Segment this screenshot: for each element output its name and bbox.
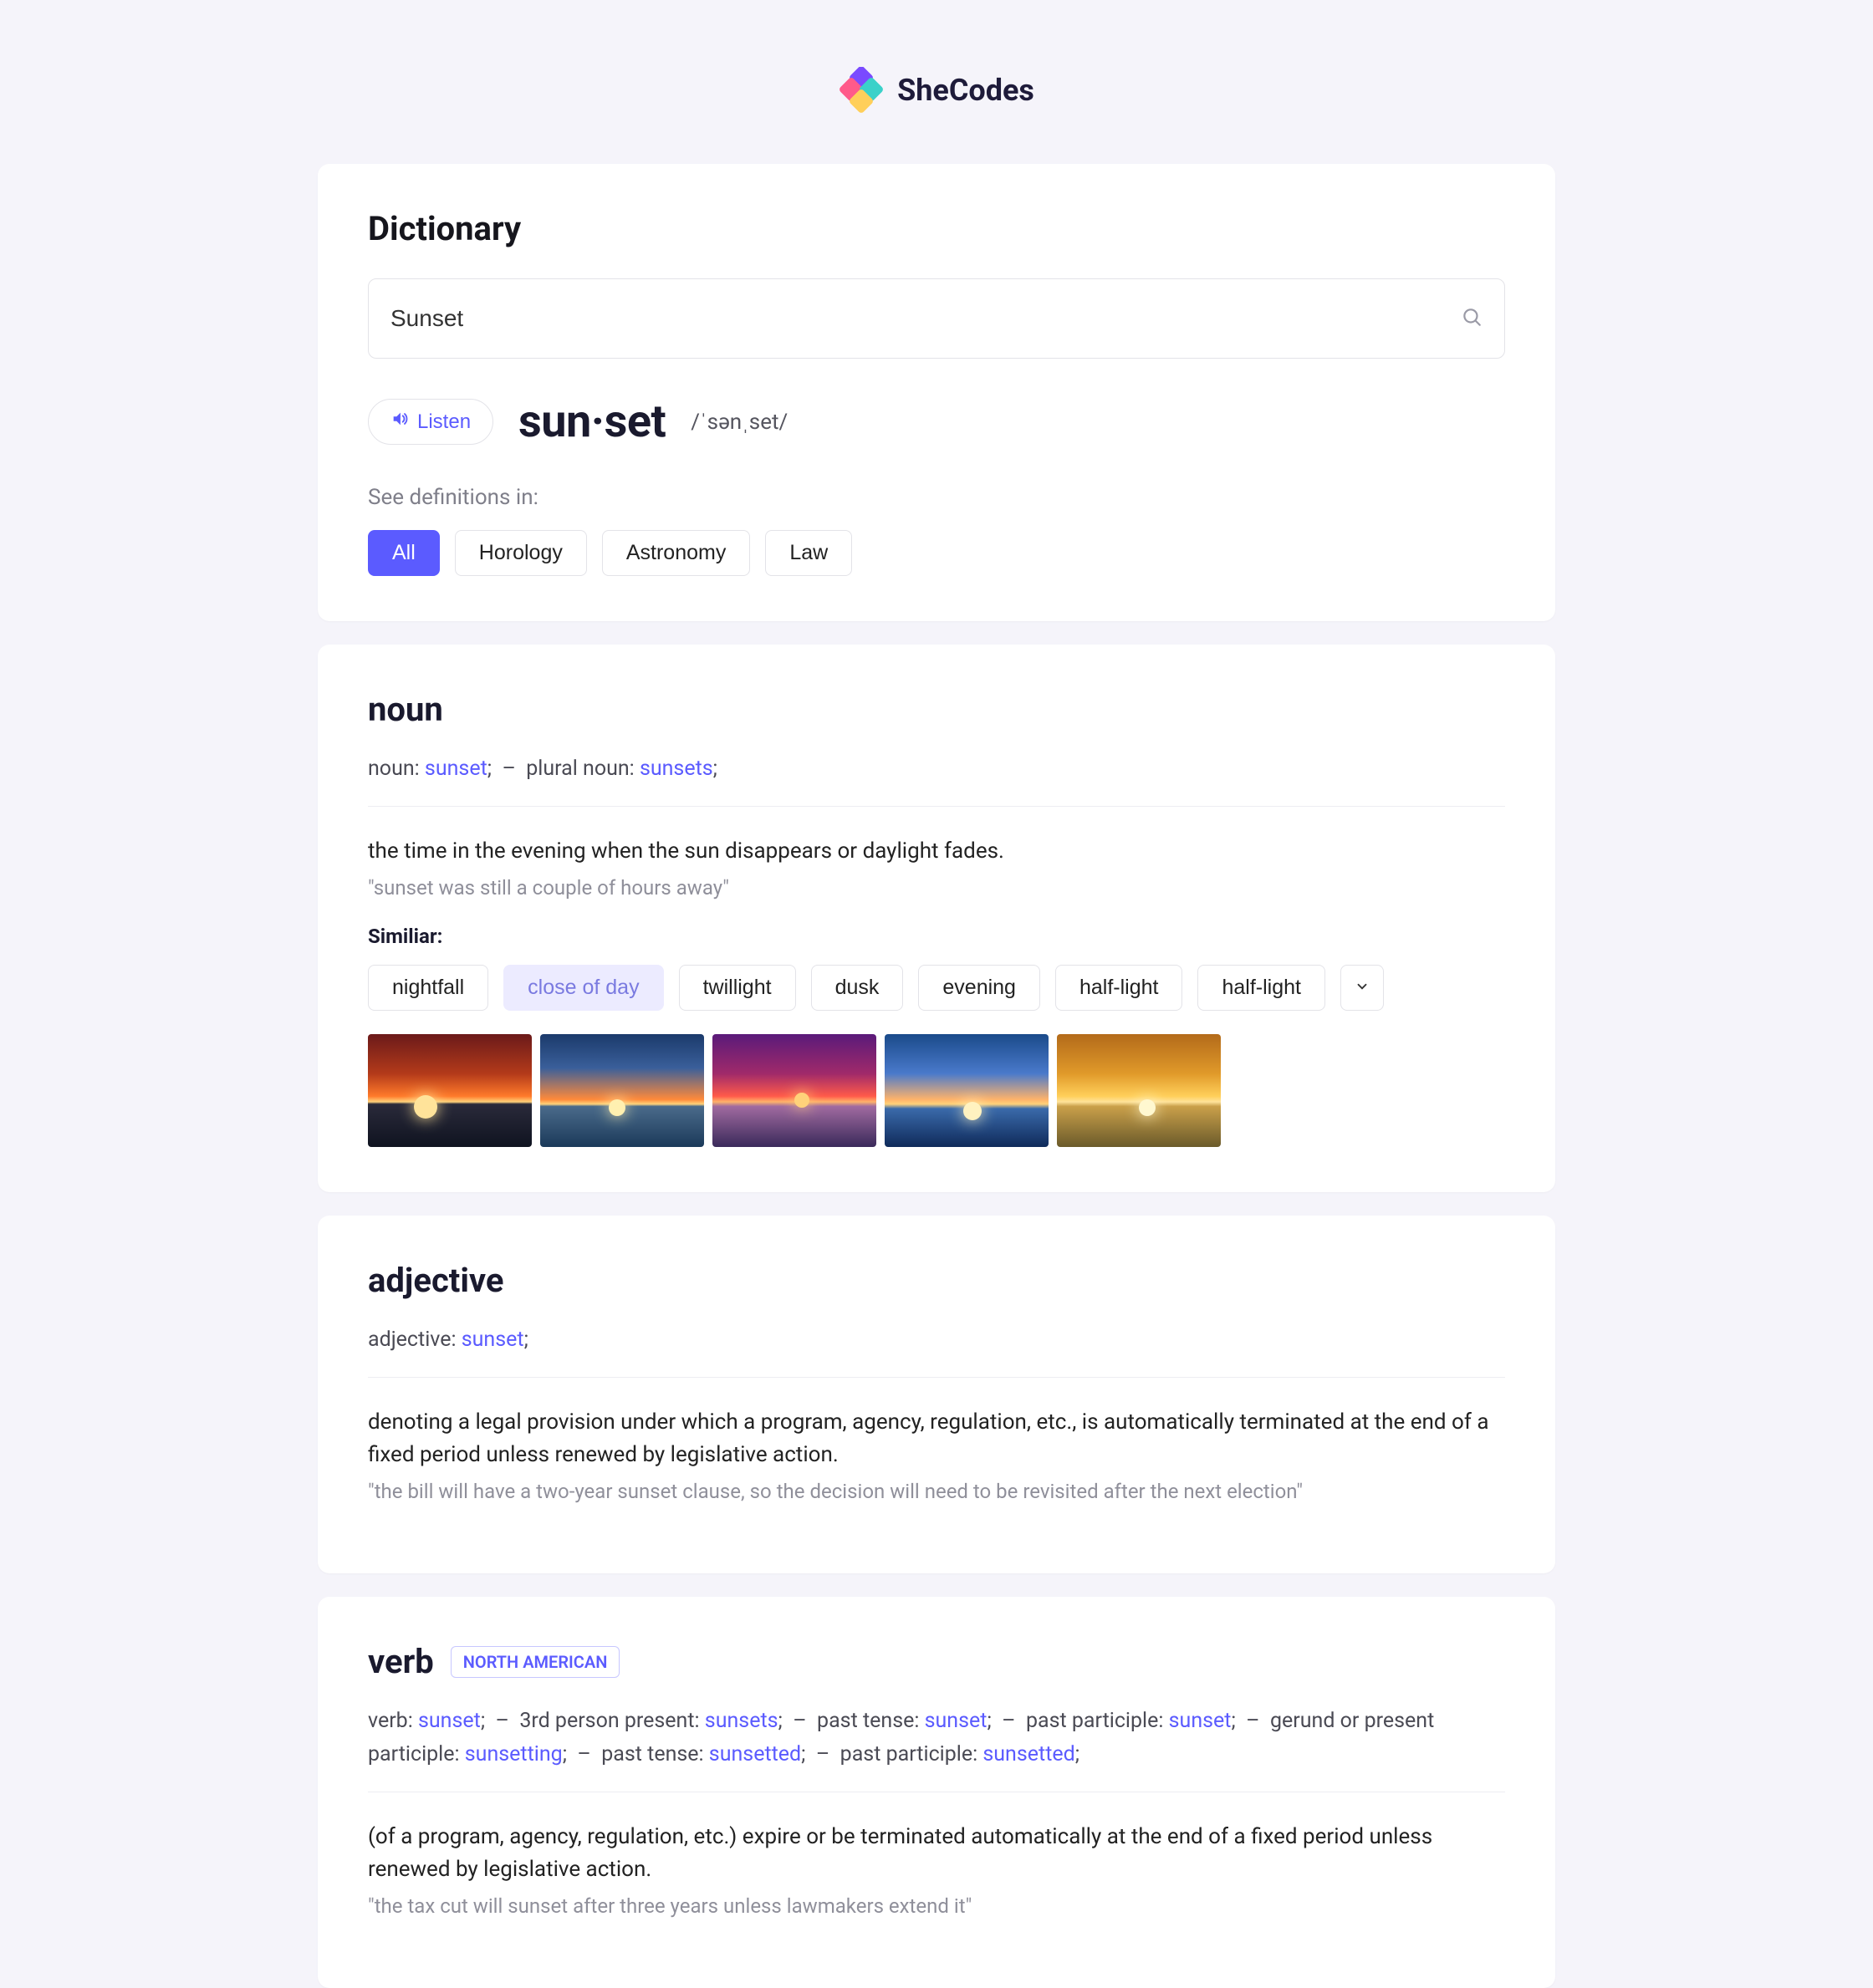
category-chip-row: All Horology Astronomy Law xyxy=(368,530,1505,576)
image-thumbnail[interactable] xyxy=(885,1034,1049,1147)
category-chip[interactable]: All xyxy=(368,530,440,576)
definition-text: the time in the evening when the sun dis… xyxy=(368,835,1505,868)
brand-name: SheCodes xyxy=(897,73,1034,108)
divider xyxy=(368,1377,1505,1378)
example-text: "the tax cut will sunset after three yea… xyxy=(368,1894,1505,1918)
part-of-speech: verbNORTH AMERICAN xyxy=(368,1642,1505,1681)
similar-chip-row: nightfall close of day twillight dusk evenin… xyxy=(368,965,1505,1011)
listen-label: Listen xyxy=(417,410,471,434)
headword: sun·set xyxy=(518,395,666,448)
image-thumbnail[interactable] xyxy=(368,1034,532,1147)
entry-card: verbNORTH AMERICAN verb: sunset; – 3rd pe… xyxy=(318,1597,1555,1988)
category-chip[interactable]: Astronomy xyxy=(602,530,750,576)
similar-chip[interactable]: nightfall xyxy=(368,965,488,1011)
example-text: "the bill will have a two-year sunset cl… xyxy=(368,1480,1505,1503)
search-icon[interactable] xyxy=(1461,306,1483,331)
similar-chip[interactable]: half-light xyxy=(1197,965,1325,1011)
logo-icon xyxy=(839,67,885,114)
dictionary-header-card: Dictionary Listen sun·set /ˈsənˌset/ See… xyxy=(318,164,1555,621)
page-title: Dictionary xyxy=(368,209,1505,248)
region-tag: NORTH AMERICAN xyxy=(451,1646,620,1678)
part-of-speech: noun xyxy=(368,690,1505,729)
image-thumbnail[interactable] xyxy=(1057,1034,1221,1147)
definitions-in-label: See definitions in: xyxy=(368,485,1505,510)
entry-card: noun noun: sunset; – plural noun: sunsets… xyxy=(318,645,1555,1192)
chevron-down-icon xyxy=(1355,979,1370,994)
image-thumbnail[interactable] xyxy=(540,1034,704,1147)
similar-label: Similiar: xyxy=(368,925,1505,948)
definition-text: (of a program, agency, regulation, etc.)… xyxy=(368,1821,1505,1886)
phonetic: /ˈsənˌset/ xyxy=(691,409,788,435)
divider xyxy=(368,806,1505,807)
audio-icon xyxy=(390,410,409,434)
category-chip[interactable]: Law xyxy=(765,530,852,576)
word-forms: adjective: sunset; xyxy=(368,1323,1505,1357)
similar-chip[interactable]: dusk xyxy=(811,965,904,1011)
search-input[interactable] xyxy=(390,305,1461,332)
category-chip[interactable]: Horology xyxy=(455,530,587,576)
word-forms: verb: sunset; – 3rd person present: suns… xyxy=(368,1705,1505,1771)
part-of-speech: adjective xyxy=(368,1261,1505,1300)
similar-chip[interactable]: evening xyxy=(918,965,1040,1011)
definition-text: denoting a legal provision under which a… xyxy=(368,1406,1505,1471)
similar-chip[interactable]: close of day xyxy=(503,965,663,1011)
listen-button[interactable]: Listen xyxy=(368,399,493,445)
header: SheCodes xyxy=(318,67,1555,114)
similar-chip[interactable]: half-light xyxy=(1055,965,1183,1011)
search-field-wrap[interactable] xyxy=(368,278,1505,359)
brand-logo[interactable]: SheCodes xyxy=(839,67,1034,114)
similar-chip[interactable]: twillight xyxy=(679,965,796,1011)
image-thumbnail[interactable] xyxy=(712,1034,876,1147)
word-forms: noun: sunset; – plural noun: sunsets; xyxy=(368,752,1505,786)
entry-card: adjective adjective: sunset; denoting a le… xyxy=(318,1216,1555,1573)
expand-similar-button[interactable] xyxy=(1340,965,1384,1011)
example-text: "sunset was still a couple of hours away… xyxy=(368,876,1505,900)
image-thumbnails xyxy=(368,1034,1505,1147)
